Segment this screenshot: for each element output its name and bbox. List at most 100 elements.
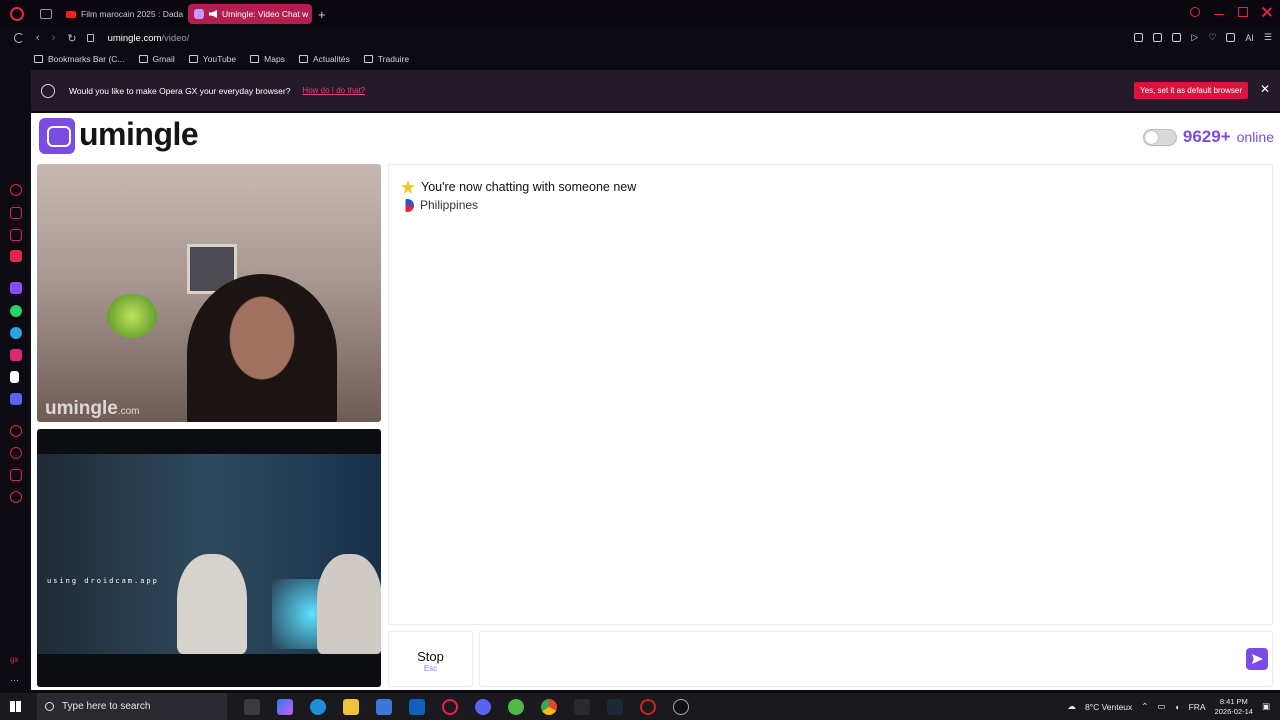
url-field[interactable]: umingle.com/video/	[108, 33, 190, 44]
maximize-icon[interactable]	[1238, 7, 1248, 17]
theme-toggle[interactable]	[1142, 128, 1177, 146]
bookmark-traduire[interactable]: Traduire	[363, 54, 409, 64]
copilot-icon[interactable]	[277, 698, 293, 715]
tab-search-icon[interactable]	[1190, 7, 1200, 17]
gx-control-icon[interactable]	[10, 207, 22, 219]
address-bar-actions: ▷ ♡ AI ☰	[1134, 32, 1272, 43]
lock-icon[interactable]	[86, 34, 94, 42]
player-icon[interactable]: ▷	[1191, 32, 1198, 43]
tab-umingle[interactable]: Umingle: Video Chat w	[188, 4, 312, 24]
language-indicator[interactable]: FRA	[1189, 702, 1206, 712]
stop-button[interactable]: Stop Esc	[388, 631, 473, 687]
windows-start-icon[interactable]	[10, 701, 21, 712]
clock[interactable]: 8:41 PM 2026-02-14	[1215, 697, 1253, 717]
notifications-icon[interactable]: ▣	[1262, 701, 1270, 712]
gx-corner-icon[interactable]	[10, 184, 22, 196]
outlook-icon[interactable]	[409, 698, 425, 715]
volume-icon[interactable]: ◖	[1174, 702, 1179, 712]
whatsapp-icon[interactable]	[10, 305, 22, 317]
folder-icon	[34, 55, 43, 63]
snapshot-icon[interactable]	[1153, 33, 1163, 42]
online-status: 9629+ online	[1142, 127, 1274, 147]
how-to-link[interactable]: How do I do that?	[302, 86, 365, 95]
workspaces-icon[interactable]	[40, 9, 52, 19]
tab-film-marocain[interactable]: Film marocain 2025 : Dada	[60, 4, 184, 24]
bookmark-label: Actualités	[312, 54, 350, 64]
status-text: You're now chatting with someone new	[421, 180, 637, 194]
opera-logo-icon[interactable]	[10, 7, 24, 21]
obs-icon[interactable]	[673, 698, 689, 715]
umingle-page: umingle 9629+ online umingle.com using d…	[31, 113, 1280, 690]
menu-icon[interactable]: ☰	[1264, 32, 1272, 43]
player-sidebar-icon[interactable]	[10, 425, 22, 437]
back-icon[interactable]: ‹	[36, 32, 40, 44]
taskbar-search[interactable]: Type here to search	[37, 693, 227, 720]
close-window-icon[interactable]	[1262, 7, 1272, 17]
bookmarks-bar: Bookmarks Bar (C... Gmail YouTube Maps A…	[0, 48, 1280, 70]
discord-taskbar-icon[interactable]	[475, 698, 491, 715]
twitch-icon[interactable]	[10, 282, 22, 294]
heart-icon[interactable]: ♡	[1208, 32, 1216, 43]
speaker-icon[interactable]	[209, 10, 217, 18]
gx-cleaner-icon[interactable]	[10, 229, 22, 241]
more-icon[interactable]: ···	[10, 675, 22, 687]
bookmark-label: Gmail	[152, 54, 175, 64]
windows-taskbar: Type here to search ☁ 8°C Venteux ⌃ ▭ ◖ …	[0, 693, 1280, 720]
opera-gx-taskbar-icon[interactable]	[442, 698, 458, 715]
country-text: Philippines	[420, 198, 479, 212]
opera-taskbar-icon[interactable]	[640, 698, 656, 715]
gx-footer-icon[interactable]: gx	[10, 655, 22, 667]
bookmark-gmail[interactable]: Gmail	[138, 54, 175, 64]
weather-text[interactable]: 8°C Venteux	[1085, 702, 1132, 712]
umingle-favicon-icon	[194, 9, 204, 19]
forward-icon[interactable]: ›	[52, 32, 56, 44]
edge-icon[interactable]	[310, 698, 326, 715]
ai-button[interactable]: AI	[1245, 33, 1254, 43]
opera-sidebar: gx ···	[0, 70, 31, 690]
discord-icon[interactable]	[10, 393, 22, 405]
url-host: umingle.com	[107, 32, 162, 44]
utorrent-icon[interactable]	[508, 698, 524, 715]
watermark-suffix: .com	[117, 406, 140, 417]
local-video: using droidcam.app	[37, 429, 381, 687]
system-tray: ☁ 8°C Venteux ⌃ ▭ ◖ FRA 8:41 PM 2026-02-…	[1067, 693, 1270, 720]
message-input[interactable]	[479, 631, 1273, 687]
task-view-icon[interactable]	[244, 698, 260, 715]
steam-icon[interactable]	[607, 698, 623, 715]
gx-store-icon[interactable]	[10, 250, 22, 262]
bookmark-bookmarks-bar[interactable]: Bookmarks Bar (C...	[34, 54, 125, 64]
new-tab-button[interactable]: +	[318, 7, 326, 22]
set-default-button[interactable]: Yes, set it as default browser	[1134, 82, 1248, 99]
tiktok-icon[interactable]	[10, 371, 19, 383]
minimize-icon[interactable]	[1214, 9, 1224, 15]
site-logo[interactable]: umingle	[79, 116, 199, 153]
settings-icon[interactable]	[10, 491, 22, 503]
weather-icon[interactable]: ☁	[1067, 701, 1076, 712]
instagram-icon[interactable]	[10, 349, 22, 361]
telegram-icon[interactable]	[10, 327, 22, 339]
refresh-icon[interactable]: ↻	[67, 32, 76, 45]
system-message: You're now chatting with someone new	[401, 180, 636, 194]
online-count: 9629+	[1182, 127, 1231, 146]
account-icon[interactable]	[1226, 33, 1236, 42]
chevron-up-icon[interactable]: ⌃	[1141, 701, 1148, 712]
page-icon	[188, 55, 198, 63]
extensions-sidebar-icon[interactable]	[10, 469, 22, 481]
send-button[interactable]	[1246, 648, 1268, 670]
reload-icon[interactable]	[14, 33, 24, 43]
bookmark-maps[interactable]: Maps	[250, 54, 285, 64]
store-icon[interactable]	[376, 698, 392, 715]
epic-games-icon[interactable]	[574, 698, 590, 715]
extensions-icon[interactable]	[1134, 33, 1144, 42]
close-icon[interactable]: ✕	[1260, 82, 1270, 96]
history-icon[interactable]	[10, 447, 22, 459]
chat-bubble-logo-icon[interactable]	[39, 118, 75, 154]
chrome-icon[interactable]	[541, 698, 557, 715]
vpn-shield-icon[interactable]	[1172, 33, 1182, 42]
bookmark-actualites[interactable]: Actualités	[298, 54, 350, 64]
remote-person	[187, 274, 337, 422]
network-icon[interactable]: ▭	[1157, 701, 1165, 712]
local-person-right	[317, 554, 381, 654]
file-explorer-icon[interactable]	[343, 698, 359, 715]
bookmark-youtube[interactable]: YouTube	[188, 54, 236, 64]
